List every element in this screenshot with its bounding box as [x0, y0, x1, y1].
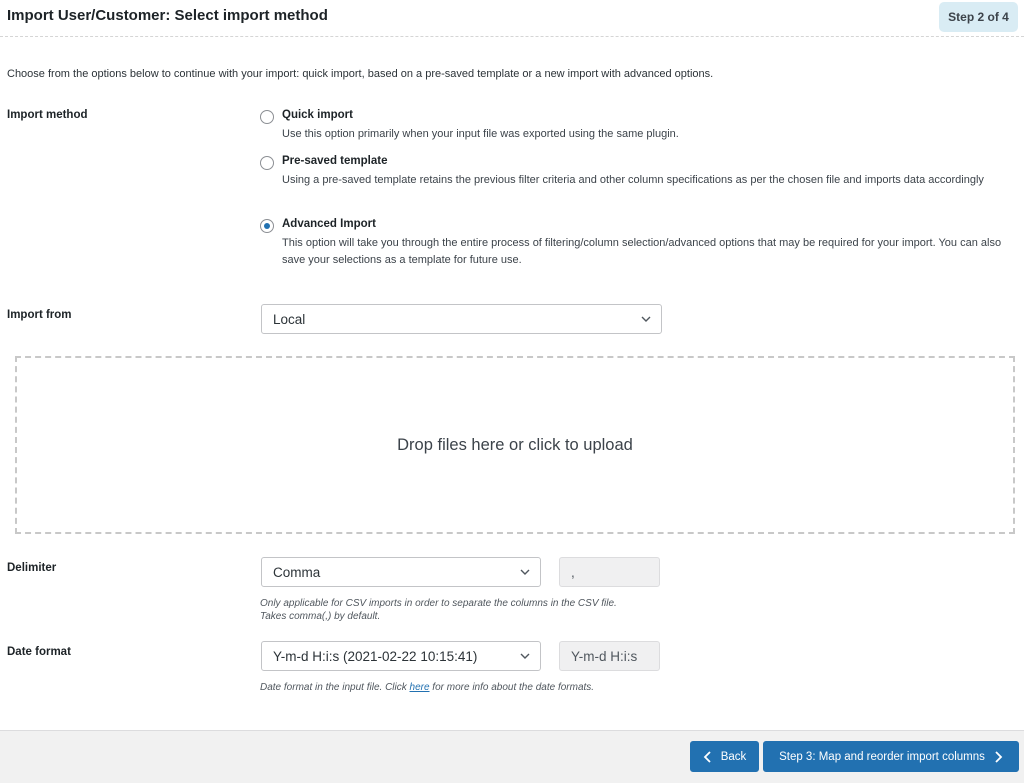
delimiter-value: Comma [273, 564, 321, 580]
delimiter-select[interactable]: Comma [261, 557, 541, 587]
back-button[interactable]: Back [690, 741, 759, 772]
radio-description: This option will take you through the en… [282, 237, 1002, 266]
date-help-after: for more info about the date formats. [429, 682, 595, 693]
radio-title: Advanced Import [282, 218, 376, 230]
date-help-before: Date format in the input file. Click [260, 682, 410, 693]
import-from-value: Local [273, 311, 306, 327]
delimiter-label: Delimiter [7, 562, 57, 574]
date-format-value: Y-m-d H:i:s (2021-02-22 10:15:41) [273, 648, 478, 664]
radio-option-quick-import[interactable]: Quick import Use this option primarily w… [260, 109, 1010, 143]
chevron-down-icon [520, 569, 530, 575]
date-format-label: Date format [7, 646, 71, 658]
radio-option-advanced-import[interactable]: Advanced Import This option will take yo… [260, 218, 1010, 268]
step-badge: Step 2 of 4 [939, 2, 1018, 32]
radio-description: Using a pre-saved template retains the p… [282, 174, 984, 186]
delimiter-help-line2: Takes comma(,) by default. [260, 611, 381, 622]
date-format-help: Date format in the input file. Click her… [260, 681, 594, 694]
radio-title: Quick import [282, 109, 353, 121]
import-from-label: Import from [7, 309, 72, 321]
next-step-button[interactable]: Step 3: Map and reorder import columns [763, 741, 1019, 772]
delimiter-help: Only applicable for CSV imports in order… [260, 597, 617, 623]
back-label: Back [720, 750, 747, 763]
radio-description: Use this option primarily when your inpu… [282, 128, 679, 140]
date-format-select[interactable]: Y-m-d H:i:s (2021-02-22 10:15:41) [261, 641, 541, 671]
delimiter-help-line1: Only applicable for CSV imports in order… [260, 598, 617, 609]
file-dropzone[interactable]: Drop files here or click to upload [15, 356, 1015, 534]
date-format-info-link[interactable]: here [410, 682, 430, 693]
import-from-select[interactable]: Local [261, 304, 662, 334]
radio-option-pre-saved-template[interactable]: Pre-saved template Using a pre-saved tem… [260, 155, 1010, 205]
quick-import-radio[interactable] [260, 110, 274, 124]
chevron-down-icon [520, 653, 530, 659]
pre-saved-template-radio[interactable] [260, 156, 274, 170]
date-format-field[interactable]: Y-m-d H:i:s [559, 641, 660, 671]
dropzone-text: Drop files here or click to upload [397, 435, 633, 454]
delimiter-char-field[interactable]: , [559, 557, 660, 587]
next-step-label: Step 3: Map and reorder import columns [779, 750, 985, 763]
intro-text: Choose from the options below to continu… [7, 68, 714, 80]
panel-header: Import User/Customer: Select import meth… [0, 0, 1024, 37]
chevron-down-icon [641, 316, 651, 322]
page-title: Import User/Customer: Select import meth… [7, 7, 328, 24]
chevron-left-icon [703, 750, 711, 763]
advanced-import-radio[interactable] [260, 219, 274, 233]
import-panel: Import User/Customer: Select import meth… [0, 0, 1024, 731]
import-method-label: Import method [7, 109, 88, 121]
chevron-right-icon [995, 750, 1003, 763]
radio-title: Pre-saved template [282, 155, 388, 167]
